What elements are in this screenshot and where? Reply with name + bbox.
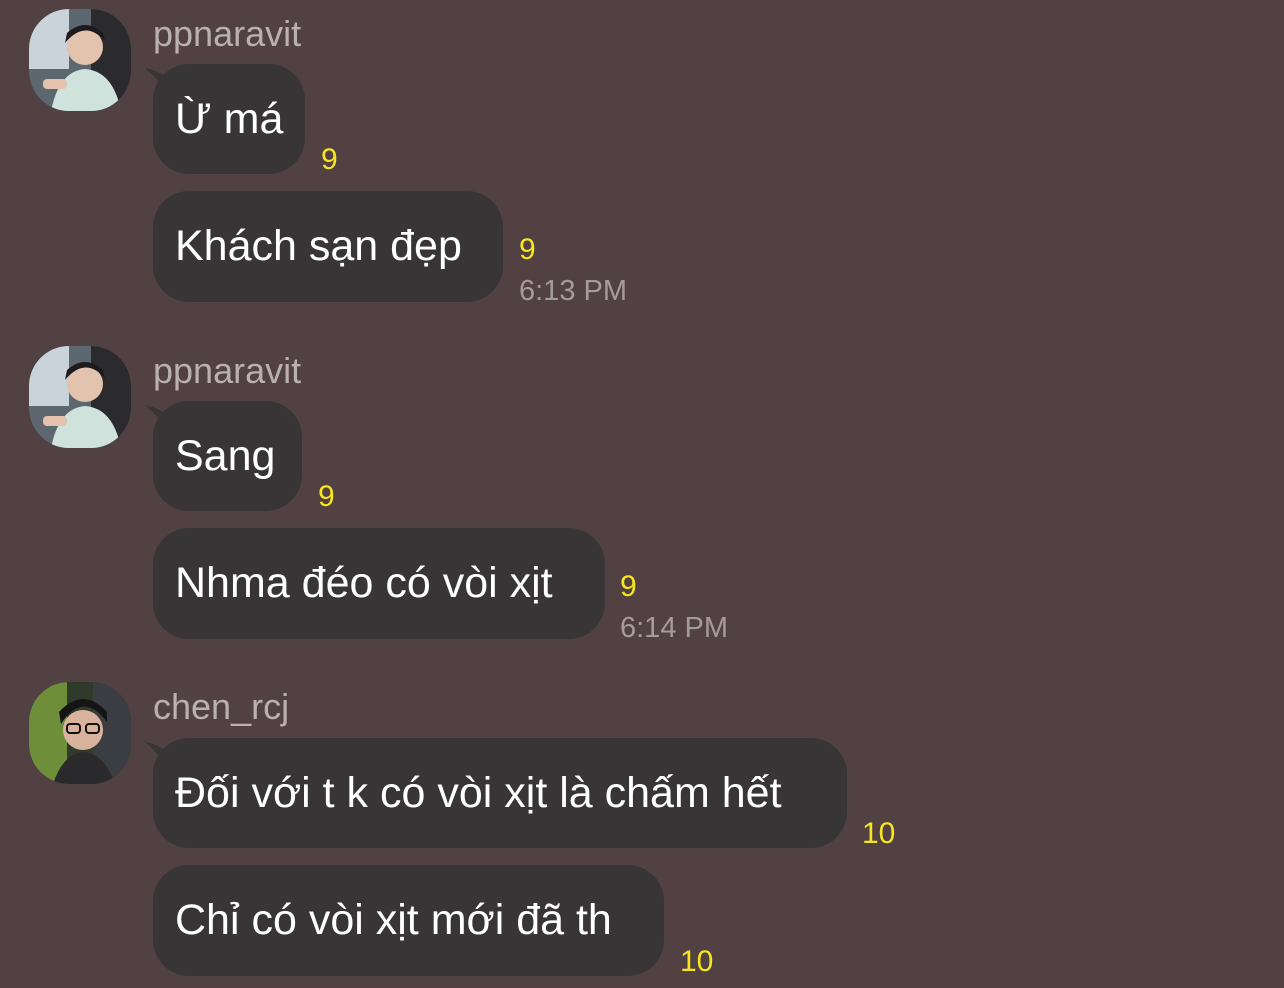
- message-bubble[interactable]: Đối với t k có vòi xịt là chấm hết: [153, 738, 847, 848]
- avatar-chen-rcj[interactable]: [29, 682, 131, 784]
- sender-name: ppnaravit: [153, 350, 302, 391]
- message-bubble[interactable]: Sang: [153, 401, 302, 511]
- user-avatar-icon: [29, 9, 131, 111]
- message-timestamp: 6:14 PM: [620, 612, 728, 644]
- message-text: Ừ má: [175, 94, 284, 143]
- sender-name: ppnaravit: [153, 13, 302, 54]
- message-bubble[interactable]: Nhma đéo có vòi xịt: [153, 528, 605, 639]
- message-text: Đối với t k có vòi xịt là chấm hết: [175, 768, 782, 817]
- reaction-count[interactable]: 9: [318, 480, 335, 514]
- avatar-ppnaravit[interactable]: [29, 9, 131, 111]
- user-avatar-icon: [29, 682, 131, 784]
- avatar-ppnaravit[interactable]: [29, 346, 131, 448]
- message-text: Chỉ có vòi xịt mới đã th: [175, 896, 612, 944]
- reaction-count[interactable]: 9: [519, 233, 536, 267]
- reaction-count[interactable]: 9: [620, 570, 637, 604]
- user-avatar-icon: [29, 346, 131, 448]
- message-bubble[interactable]: Chỉ có vòi xịt mới đã th: [153, 865, 664, 976]
- message-text: Sang: [175, 431, 276, 480]
- message-text: Nhma đéo có vòi xịt: [175, 559, 553, 607]
- message-text: Khách sạn đẹp: [175, 222, 462, 270]
- sender-name: chen_rcj: [153, 686, 290, 727]
- reaction-count[interactable]: 10: [680, 945, 713, 979]
- reaction-count[interactable]: 10: [862, 817, 895, 851]
- message-bubble[interactable]: Ừ má: [153, 64, 305, 174]
- reaction-count[interactable]: 9: [321, 143, 338, 177]
- message-bubble[interactable]: Khách sạn đẹp: [153, 191, 503, 302]
- message-timestamp: 6:13 PM: [519, 275, 627, 307]
